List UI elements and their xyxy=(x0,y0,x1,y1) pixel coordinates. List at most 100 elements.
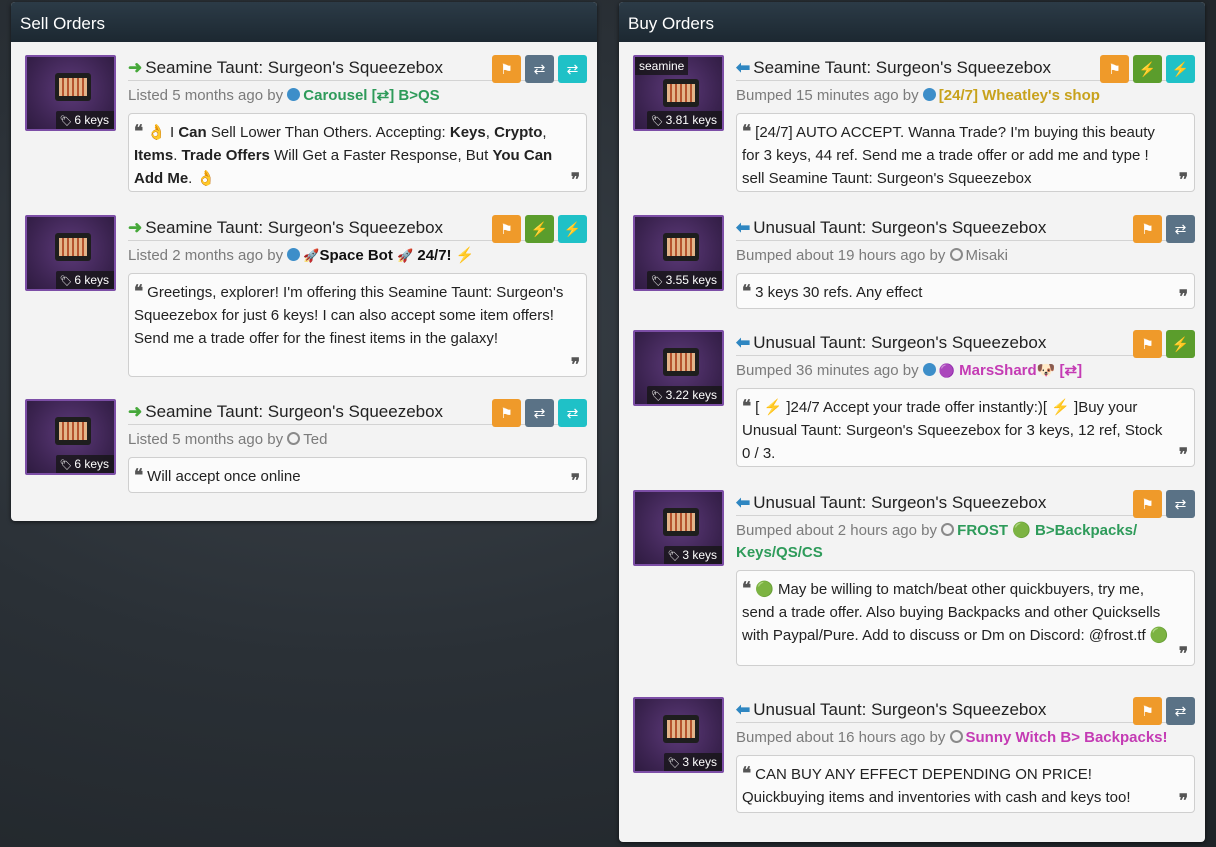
tag-icon: 🏷 xyxy=(667,758,681,769)
item-thumbnail[interactable]: 🏷 3.22 keys xyxy=(633,330,724,406)
lightning-button[interactable]: ⚡ xyxy=(1166,330,1195,358)
lightning-icon: ⚡ xyxy=(1171,60,1190,77)
user-link[interactable]: Space Bot xyxy=(319,247,392,264)
flag-button[interactable]: ⚑ xyxy=(1133,330,1162,358)
flag-button[interactable]: ⚑ xyxy=(492,55,521,83)
item-thumbnail[interactable]: 🏷 3.55 keys xyxy=(633,215,724,291)
user-link[interactable]: Carousel [⇄] B>QS xyxy=(303,87,439,104)
offline-status-icon xyxy=(949,248,963,261)
listing-meta: Listed 2 months ago by 🚀Space Bot 🚀 24/7… xyxy=(128,247,475,264)
flag-icon: ⚑ xyxy=(1141,495,1154,512)
quote-icon: ❝ xyxy=(742,579,752,598)
sell-order: 🏷 6 keys ➜ Seamine Taunt: Surgeon's Squeez… xyxy=(25,399,587,494)
listing-comment: ❝ 3 keys 30 refs. Any effect ❞ xyxy=(736,273,1195,309)
user-link[interactable]: Sunny Witch B> Backpacks! xyxy=(966,729,1168,746)
buy-orders-panel: Buy Orders seamine 🏷 3.81 keys ⬅ Seamine T… xyxy=(619,2,1205,842)
accordion-icon xyxy=(55,417,91,445)
accordion-icon xyxy=(663,508,699,536)
tag-icon: 🏷 xyxy=(650,116,664,127)
listing-comment: ❝ Will accept once online ❞ xyxy=(128,457,587,493)
exchange-icon: ⇄ xyxy=(1174,702,1187,719)
arrow-right-icon: ➜ xyxy=(128,218,143,237)
buy-order: 🏷 3.22 keys ⬅ Unusual Taunt: Surgeon's Squ… xyxy=(633,330,1195,470)
flag-button[interactable]: ⚑ xyxy=(1133,490,1162,518)
item-thumbnail[interactable]: 🏷 3 keys xyxy=(633,697,724,773)
flag-button[interactable]: ⚑ xyxy=(492,399,521,427)
buy-orders-header: Buy Orders xyxy=(619,2,1205,42)
listing-meta: Bumped 15 minutes ago by [24/7] Wheatley… xyxy=(736,87,1100,104)
quote-icon: ❞ xyxy=(1178,170,1188,189)
accordion-icon xyxy=(663,233,699,261)
flag-icon: ⚑ xyxy=(500,60,513,77)
quote-icon: ❞ xyxy=(1178,644,1188,663)
accordion-icon xyxy=(663,715,699,743)
listing-meta: Bumped about 2 hours ago by FROST 🟢 B>Ba… xyxy=(736,522,1138,561)
quote-icon: ❞ xyxy=(570,355,580,374)
quote-icon: ❞ xyxy=(1178,287,1188,306)
sell-orders-header: Sell Orders xyxy=(11,2,597,42)
quote-icon: ❝ xyxy=(742,764,752,783)
quote-icon: ❞ xyxy=(1178,791,1188,810)
item-thumbnail[interactable]: seamine 🏷 3.81 keys xyxy=(633,55,724,131)
instant-trade-button[interactable]: ⇄ xyxy=(558,55,587,83)
exchange-icon: ⇄ xyxy=(533,404,546,421)
trade-offer-button[interactable]: ⇄ xyxy=(1166,490,1195,518)
flag-button[interactable]: ⚑ xyxy=(1133,215,1162,243)
trade-offer-button[interactable]: ⇄ xyxy=(1166,215,1195,243)
trade-offer-button[interactable]: ⇄ xyxy=(525,399,554,427)
listing-title[interactable]: ⬅ Unusual Taunt: Surgeon's Squeezebox xyxy=(736,215,1195,238)
flag-button[interactable]: ⚑ xyxy=(1133,697,1162,725)
item-thumbnail[interactable]: 🏷 6 keys xyxy=(25,399,116,475)
buy-order: seamine 🏷 3.81 keys ⬅ Seamine Taunt: Surge… xyxy=(633,55,1195,195)
price-tag: 🏷 3 keys xyxy=(663,546,722,564)
instant-trade-button[interactable]: ⚡ xyxy=(558,215,587,243)
rocket-icon: 🚀 xyxy=(397,248,414,263)
flag-button[interactable]: ⚑ xyxy=(1100,55,1129,83)
exchange-icon: ⇄ xyxy=(533,60,546,77)
user-link[interactable]: [24/7] Wheatley's shop xyxy=(939,87,1100,104)
quote-icon: ❞ xyxy=(570,170,580,189)
listing-comment: ❝[ ⚡ ]24/7 Accept your trade offer insta… xyxy=(736,388,1195,467)
trade-offer-button[interactable]: ⇄ xyxy=(525,55,554,83)
quote-icon: ❝ xyxy=(134,282,144,301)
listing-comment: ❝ [24/7] AUTO ACCEPT. Wanna Trade? I'm bu… xyxy=(736,113,1195,192)
instant-trade-button[interactable]: ⚡ xyxy=(1166,55,1195,83)
user-link[interactable]: MarsShard🐶 [⇄] xyxy=(959,362,1082,379)
arrow-right-icon: ➜ xyxy=(128,402,143,421)
price-tag: 🏷 3 keys xyxy=(663,753,722,771)
lightning-icon: ⚡ xyxy=(530,220,549,237)
exchange-icon: ⇄ xyxy=(1174,495,1187,512)
price-tag: 🏷 6 keys xyxy=(55,271,114,289)
item-thumbnail[interactable]: 🏷 6 keys xyxy=(25,215,116,291)
flag-icon: ⚑ xyxy=(1141,702,1154,719)
trade-offer-button[interactable]: ⇄ xyxy=(1166,697,1195,725)
listing-title[interactable]: ⬅ Unusual Taunt: Surgeon's Squeezebox xyxy=(736,330,1195,353)
arrow-left-icon: ⬅ xyxy=(736,58,751,77)
price-tag: 🏷 6 keys xyxy=(55,455,114,473)
listing-meta: Listed 5 months ago by Ted xyxy=(128,431,328,448)
user-link[interactable]: Ted xyxy=(303,431,327,448)
lightning-button[interactable]: ⚡ xyxy=(1133,55,1162,83)
quote-icon: ❝ xyxy=(134,466,144,485)
arrow-right-icon: ➜ xyxy=(128,58,143,77)
listing-title[interactable]: ⬅ Unusual Taunt: Surgeon's Squeezebox xyxy=(736,697,1195,720)
accordion-icon xyxy=(55,73,91,101)
arrow-left-icon: ⬅ xyxy=(736,700,751,719)
item-thumbnail[interactable]: 🏷 6 keys xyxy=(25,55,116,131)
arrow-left-icon: ⬅ xyxy=(736,333,751,352)
price-tag: 🏷 3.55 keys xyxy=(646,271,722,289)
planet-icon: 🟣 xyxy=(938,363,955,378)
listing-title[interactable]: ⬅ Unusual Taunt: Surgeon's Squeezebox xyxy=(736,490,1195,513)
arrow-left-icon: ⬅ xyxy=(736,218,751,237)
instant-trade-button[interactable]: ⇄ xyxy=(558,399,587,427)
flag-icon: ⚑ xyxy=(1141,335,1154,352)
listing-meta: Bumped 36 minutes ago by 🟣 MarsShard🐶 [⇄… xyxy=(736,362,1083,379)
item-thumbnail[interactable]: 🏷 3 keys xyxy=(633,490,724,566)
user-link[interactable]: Misaki xyxy=(966,247,1009,264)
lightning-button[interactable]: ⚡ xyxy=(525,215,554,243)
flag-button[interactable]: ⚑ xyxy=(492,215,521,243)
price-tag: 🏷 3.22 keys xyxy=(646,386,722,404)
flag-icon: ⚑ xyxy=(500,220,513,237)
sell-order: 🏷 6 keys ➜ Seamine Taunt: Surgeon's Squeez… xyxy=(25,215,587,379)
tag-icon: 🏷 xyxy=(650,391,664,402)
